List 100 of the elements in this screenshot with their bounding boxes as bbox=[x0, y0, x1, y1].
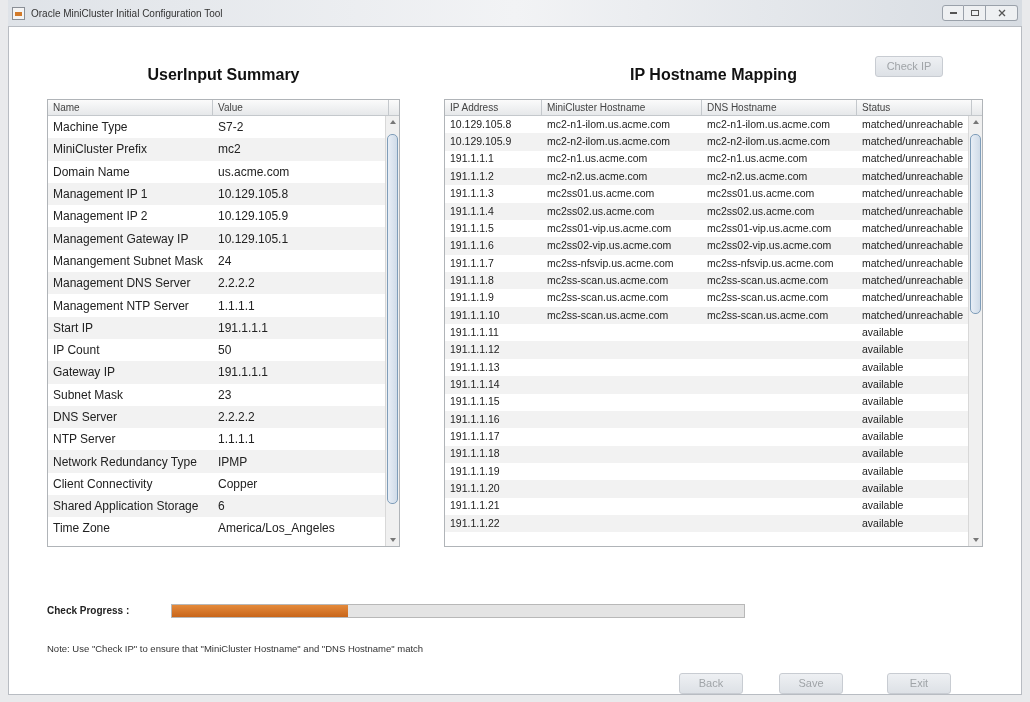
table-cell-text: Manangement Subnet Mask bbox=[52, 252, 205, 270]
table-cell: mc2ss-scan.us.acme.com bbox=[547, 308, 669, 321]
table-cell-text: available bbox=[861, 498, 905, 514]
window-title: Oracle MiniCluster Initial Configuration Tool bbox=[31, 6, 223, 21]
table-cell: mc2-n2.us.acme.com bbox=[547, 169, 648, 182]
table-cell-text: 24 bbox=[217, 252, 233, 270]
table-cell: mc2ss-scan.us.acme.com bbox=[707, 308, 829, 321]
table-cell-text: 6 bbox=[217, 498, 226, 516]
table-cell-text: 191.1.1.18 bbox=[449, 446, 501, 462]
table-cell-text: Start IP bbox=[52, 319, 94, 337]
table-cell: mc2-n1-ilom.us.acme.com bbox=[547, 117, 671, 130]
table-cell: mc2ss-scan.us.acme.com bbox=[547, 273, 669, 286]
scrollbar[interactable] bbox=[968, 116, 982, 546]
close-button[interactable] bbox=[986, 5, 1018, 21]
scroll-thumb[interactable] bbox=[970, 134, 981, 314]
table-cell-text: Management IP 2 bbox=[52, 208, 149, 226]
table-cell-text: available bbox=[861, 359, 905, 375]
table-cell-text: 191.1.1.12 bbox=[449, 342, 501, 358]
table-cell: mc2ss-scan.us.acme.com bbox=[707, 291, 829, 304]
table-cell-text: matched/unreachable bbox=[861, 272, 964, 288]
table-cell-text: available bbox=[861, 342, 905, 358]
column-header[interactable]: Name bbox=[48, 100, 213, 115]
column-header[interactable]: DNS Hostname bbox=[702, 100, 857, 115]
table-cell-text: Time Zone bbox=[52, 520, 111, 538]
table-cell-text: 1.1.1.1 bbox=[217, 431, 256, 449]
table-cell-text: 191.1.1.2 bbox=[449, 168, 495, 184]
table-cell-text: 191.1.1.22 bbox=[449, 515, 501, 531]
minimize-button[interactable] bbox=[942, 5, 964, 21]
table-cell-text: Client Connectivity bbox=[52, 475, 154, 493]
close-icon bbox=[997, 9, 1006, 17]
scrollbar[interactable] bbox=[385, 116, 399, 546]
table-cell-text: NTP Server bbox=[52, 431, 117, 449]
table-cell-text: Domain Name bbox=[52, 163, 131, 181]
table-cell-text: MiniCluster Prefix bbox=[52, 141, 149, 159]
table-cell: mc2ss02-vip.us.acme.com bbox=[707, 239, 832, 252]
table-cell-text: matched/unreachable bbox=[861, 220, 964, 236]
scroll-up-icon[interactable] bbox=[973, 120, 979, 124]
table-cell-text: 191.1.1.1 bbox=[449, 151, 495, 167]
table-cell-text: 191.1.1.13 bbox=[449, 359, 501, 375]
table-cell-text: DNS Server bbox=[52, 409, 118, 426]
table-cell-text: mc2 bbox=[217, 141, 242, 159]
table-cell-text: 191.1.1.16 bbox=[449, 411, 501, 427]
scroll-down-icon[interactable] bbox=[390, 538, 396, 542]
table-cell: mc2ss02-vip.us.acme.com bbox=[547, 239, 672, 252]
table-cell-text: Network Redundancy Type bbox=[52, 453, 198, 471]
table-cell-text: Copper bbox=[217, 475, 259, 493]
table-cell: mc2ss01-vip.us.acme.com bbox=[707, 221, 832, 234]
table-cell-text: Shared Application Storage bbox=[52, 498, 200, 516]
table-cell-text: available bbox=[861, 429, 905, 444]
table-cell: mc2ss-scan.us.acme.com bbox=[547, 291, 669, 304]
table-cell-text: 10.129.105.1 bbox=[217, 230, 290, 248]
table-cell-text: 191.1.1.1 bbox=[217, 364, 270, 382]
table-cell-text: 191.1.1.17 bbox=[449, 429, 501, 444]
table-cell-text: Management IP 1 bbox=[52, 186, 149, 204]
table-cell: mc2-n2-ilom.us.acme.com bbox=[707, 135, 831, 148]
table-cell-text: matched/unreachable bbox=[861, 168, 964, 184]
progress-label: Check Progress : bbox=[47, 604, 131, 618]
table-cell-text: us.acme.com bbox=[217, 163, 291, 181]
table-cell-text: IPMP bbox=[217, 453, 249, 471]
table-cell-text: 191.1.1.9 bbox=[449, 290, 495, 306]
table-cell: mc2ss01-vip.us.acme.com bbox=[547, 221, 672, 234]
table-cell-text: Machine Type bbox=[52, 119, 129, 137]
column-header[interactable]: Status bbox=[857, 100, 972, 115]
column-header[interactable]: MiniCluster Hostname bbox=[542, 100, 702, 115]
table-cell-text: available bbox=[861, 394, 905, 410]
table-cell-text: 10.129.105.9 bbox=[449, 134, 513, 150]
table-cell: mc2-n2-ilom.us.acme.com bbox=[547, 135, 671, 148]
table-cell: mc2-n2.us.acme.com bbox=[707, 169, 808, 182]
table-cell-text: 191.1.1.5 bbox=[449, 220, 495, 236]
table-cell-text: matched/unreachable bbox=[861, 134, 964, 150]
table-cell-text: 2.2.2.2 bbox=[217, 275, 256, 293]
table-cell-text: available bbox=[861, 324, 905, 340]
scroll-thumb[interactable] bbox=[387, 134, 398, 504]
scroll-down-icon[interactable] bbox=[973, 538, 979, 542]
table-cell-text: Subnet Mask bbox=[52, 386, 125, 404]
table-cell: mc2-n1-ilom.us.acme.com bbox=[707, 117, 831, 130]
column-header[interactable]: Value bbox=[213, 100, 389, 115]
table-cell-text: matched/unreachable bbox=[861, 186, 964, 202]
table-cell-text: 191.1.1.21 bbox=[449, 498, 501, 514]
table-cell: mc2-n1.us.acme.com bbox=[547, 152, 648, 165]
table-cell-text: 191.1.1.10 bbox=[449, 307, 501, 323]
table-cell-text: 191.1.1.15 bbox=[449, 394, 501, 410]
table-cell-text: matched/unreachable bbox=[861, 238, 964, 254]
table-cell-text: 10.129.105.9 bbox=[217, 208, 290, 226]
table-cell-text: 191.1.1.7 bbox=[449, 255, 495, 271]
table-cell-text: 191.1.1.11 bbox=[449, 324, 500, 340]
table-cell-text: 191.1.1.8 bbox=[449, 272, 495, 288]
table-cell: mc2ss02.us.acme.com bbox=[707, 204, 815, 217]
app-icon bbox=[12, 6, 25, 20]
table-cell-text: available bbox=[861, 515, 905, 531]
table-cell-text: 10.129.105.8 bbox=[449, 116, 513, 132]
table-cell-text: matched/unreachable bbox=[861, 203, 964, 219]
scroll-up-icon[interactable] bbox=[390, 120, 396, 124]
table-cell-text: available bbox=[861, 376, 905, 392]
maximize-button[interactable] bbox=[964, 5, 986, 21]
table-cell-text: available bbox=[861, 446, 905, 462]
table-cell-text: 191.1.1.14 bbox=[449, 376, 501, 392]
table-cell-text: 23 bbox=[217, 386, 233, 404]
column-header[interactable]: IP Address bbox=[445, 100, 542, 115]
table-cell-text: 191.1.1.3 bbox=[449, 186, 495, 202]
